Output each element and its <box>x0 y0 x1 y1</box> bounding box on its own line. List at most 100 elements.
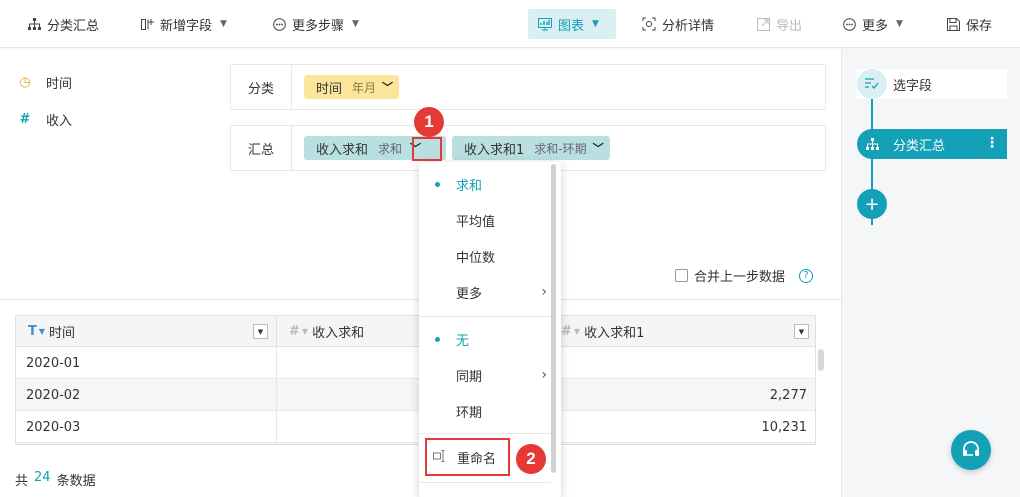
menu-item-sum[interactable]: 求和 <box>419 166 549 202</box>
merge-previous-step[interactable]: 合并上一步数据 ? <box>675 266 814 285</box>
menu-item-label: 重命名 <box>457 451 497 467</box>
group-summary-label: 分类汇总 <box>47 18 100 34</box>
menu-separator <box>419 482 551 483</box>
save-icon <box>947 17 960 31</box>
steps-panel: 选字段 分类汇总 ⋮ + <box>841 49 1020 497</box>
chip-label: 收入求和1 <box>464 142 525 158</box>
more-circle-icon <box>843 17 856 31</box>
menu-item-none[interactable]: 无 <box>419 321 549 357</box>
table-cell: 2,277 <box>769 387 807 403</box>
analysis-detail-label: 分析详情 <box>662 18 715 34</box>
row-count-prefix: 共 <box>15 474 29 489</box>
chip-sub-label: 求和-环期 <box>534 141 587 156</box>
chevron-down-icon[interactable]: ﹀ <box>593 140 604 156</box>
select-field-icon <box>857 69 887 99</box>
chart-button[interactable]: 图表 ▼ <box>528 9 616 39</box>
add-field-button[interactable]: 新增字段 ▼ <box>141 0 227 48</box>
save-label: 保存 <box>966 18 993 34</box>
more-steps-button[interactable]: 更多步骤 ▼ <box>273 0 359 48</box>
menu-item-rename[interactable]: 重命名 <box>425 438 510 476</box>
chip-label: 时间 <box>316 81 343 97</box>
support-chat-button[interactable] <box>951 430 991 470</box>
add-field-label: 新增字段 <box>160 18 213 34</box>
group-by-label: 分类 <box>231 65 292 109</box>
more-button[interactable]: 更多 ▼ <box>843 0 903 48</box>
chart-label: 图表 <box>558 18 585 34</box>
table-scrollbar[interactable] <box>818 349 824 371</box>
column-menu-button[interactable]: ▼ <box>794 324 809 339</box>
caret-down-icon: ▼ <box>573 327 581 336</box>
number-type-icon: # <box>561 324 572 339</box>
export-label: 导出 <box>776 18 803 34</box>
row-count-value: 24 <box>34 470 51 485</box>
help-icon[interactable]: ? <box>799 268 814 283</box>
rename-icon <box>433 449 447 465</box>
step-label: 选字段 <box>893 78 933 94</box>
step-select-field[interactable]: 选字段 <box>857 69 1007 99</box>
summary-chip-income-sum-1[interactable]: 收入求和1 求和-环期 ﹀ <box>452 136 610 160</box>
step-group-summary[interactable]: 分类汇总 ⋮ <box>857 129 1007 159</box>
merge-label: 合并上一步数据 <box>694 270 786 285</box>
table-cell <box>16 443 277 444</box>
menu-separator <box>419 316 551 317</box>
caret-down-icon: ▼ <box>38 327 46 336</box>
group-summary-button[interactable]: 分类汇总 <box>28 0 99 48</box>
add-step-button[interactable]: + <box>857 189 887 219</box>
table-header: T ▼ 时间 ▼ # ▼ 收入求和 # ▼ 收入求和1 ▼ <box>16 316 815 347</box>
column-label: 收入求和1 <box>584 326 645 341</box>
caret-down-icon: ▼ <box>220 19 227 29</box>
merge-checkbox[interactable] <box>675 269 688 282</box>
headset-icon <box>963 441 979 456</box>
analysis-icon <box>642 17 656 31</box>
table-row: 2020-01 <box>16 347 815 379</box>
group-chip-time[interactable]: 时间 年月 ﹀ <box>304 75 400 99</box>
text-type-icon: T <box>28 324 37 339</box>
chip-sub-label: 求和 <box>378 141 403 156</box>
more-circle-icon <box>273 17 286 31</box>
chip-sub-label: 年月 <box>352 80 377 95</box>
table-cell: 10,231 <box>761 419 808 435</box>
field-label: 时间 <box>46 77 73 92</box>
caret-down-icon: ▼ <box>301 327 309 336</box>
menu-item-period-over-period[interactable]: 环期 <box>419 393 549 429</box>
menu-item-label: 更多 <box>456 286 483 302</box>
chevron-right-icon: › <box>541 367 547 383</box>
caret-down-icon: ▼ <box>896 19 903 29</box>
number-type-icon: # <box>289 324 300 339</box>
menu-item-label: 同期 <box>456 369 483 385</box>
field-label: 收入 <box>46 114 73 129</box>
menu-item-more[interactable]: 更多 › <box>419 274 549 310</box>
group-by-row: 分类 时间 年月 ﹀ <box>230 64 826 110</box>
hierarchy-icon <box>28 17 41 30</box>
kebab-menu-icon[interactable]: ⋮ <box>985 136 999 150</box>
column-header-income-sum-1[interactable]: # ▼ 收入求和1 ▼ <box>549 316 815 347</box>
annotation-badge-2: 2 <box>516 444 546 474</box>
hierarchy-icon <box>857 129 887 159</box>
field-item-time[interactable]: ◷ 时间 <box>18 73 72 92</box>
column-menu-button[interactable]: ▼ <box>253 324 268 339</box>
menu-item-average[interactable]: 平均值 <box>419 202 549 238</box>
caret-down-icon: ▼ <box>592 19 599 29</box>
menu-separator <box>419 433 551 434</box>
chevron-down-icon[interactable]: ﹀ <box>382 79 393 95</box>
save-button[interactable]: 保存 <box>947 0 992 48</box>
add-field-icon <box>141 18 154 30</box>
table-row: 2020-02 2,277 <box>16 379 815 411</box>
table-row: 2020-03 10,231 <box>16 411 815 443</box>
menu-item-median[interactable]: 中位数 <box>419 238 549 274</box>
chevron-right-icon: › <box>541 284 547 300</box>
analysis-detail-button[interactable]: 分析详情 <box>642 0 714 48</box>
export-button[interactable]: 导出 <box>757 0 802 48</box>
column-header-time[interactable]: T ▼ 时间 ▼ <box>16 316 277 347</box>
menu-item-year-over-year[interactable]: 同期 › <box>419 357 549 393</box>
table-cell <box>549 443 815 444</box>
field-item-income[interactable]: # 收入 <box>18 110 72 129</box>
more-steps-label: 更多步骤 <box>292 18 345 34</box>
field-list: ◷ 时间 # 收入 <box>0 49 230 299</box>
caret-down-icon: ▼ <box>352 19 359 29</box>
step-label: 分类汇总 <box>893 138 946 154</box>
table-cell <box>549 347 815 379</box>
dropdown-scrollbar[interactable] <box>551 164 556 473</box>
summary-label: 汇总 <box>231 126 292 170</box>
row-count: 共 24 条数据 <box>15 470 96 489</box>
